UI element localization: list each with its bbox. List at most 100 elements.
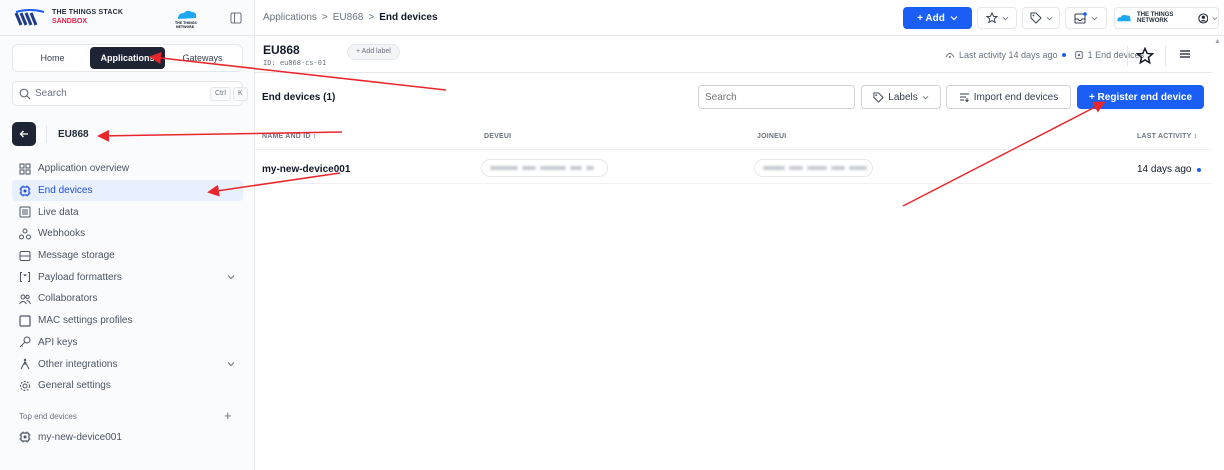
shortcut-k: K: [233, 87, 248, 101]
star-icon: [985, 12, 998, 24]
tab-gateways[interactable]: Gateways: [165, 47, 240, 69]
breadcrumb-separator: >: [368, 12, 375, 23]
top-device-label: my-new-device001: [38, 431, 122, 443]
sidebar-item-end-devices[interactable]: End devices: [12, 179, 243, 202]
sidebar-nav: Application overview End devices Live da…: [12, 158, 243, 397]
breadcrumb-separator: >: [321, 12, 328, 23]
breadcrumb-applications[interactable]: Applications: [263, 12, 317, 23]
app-name: EU868: [58, 128, 89, 140]
inbox-icon: [1074, 12, 1087, 24]
annotation-arrow-register: [902, 101, 1106, 207]
redacted-block: [570, 166, 582, 170]
import-button-label: Import end devices: [973, 91, 1059, 103]
sidebar-item-general-settings[interactable]: General settings: [12, 375, 243, 397]
register-end-device-button[interactable]: + Register end device: [1077, 85, 1204, 109]
chevron-down-icon[interactable]: [227, 360, 235, 368]
top-tabs: Home Applications Gateways: [12, 44, 243, 72]
device-name-cell[interactable]: my-new-device001: [262, 164, 350, 175]
status-dot: [1061, 53, 1066, 57]
back-button[interactable]: [12, 122, 36, 146]
profile-menu-button[interactable]: THE THINGS NETWORK: [1114, 7, 1219, 29]
sidebar-item-other-integrations[interactable]: Other integrations: [12, 353, 243, 375]
storage-icon: [19, 250, 31, 261]
sidebar-collapse-icon[interactable]: [230, 12, 242, 24]
search-icon: [19, 88, 31, 100]
sidebar-item-label: Webhooks: [38, 228, 86, 240]
column-header-last-activity[interactable]: LAST ACTIVITY ↕: [1137, 133, 1197, 140]
scrollbar-up-arrow[interactable]: ▲: [1214, 38, 1222, 48]
app-context-row: EU868: [12, 122, 89, 146]
sidebar-item-label: Message storage: [38, 250, 115, 262]
tab-home[interactable]: Home: [15, 47, 90, 69]
import-list-icon: [959, 93, 969, 102]
tab-applications[interactable]: Applications: [90, 47, 165, 69]
sidebar: THE THINGS STACK SANDBOX THE THINGS NETW…: [0, 0, 255, 470]
breadcrumb-current: End devices: [379, 12, 438, 23]
sidebar-item-label: Collaborators: [38, 293, 98, 305]
register-button-label: + Register end device: [1088, 91, 1193, 103]
chevron-down-icon: [1002, 16, 1008, 20]
redacted-block: [490, 166, 518, 170]
status-dot: [1196, 167, 1201, 172]
tts-logo-icon[interactable]: [14, 9, 46, 29]
add-button[interactable]: + Add: [903, 7, 972, 29]
chevron-down-icon: [1212, 16, 1218, 20]
sidebar-item-payload-formatters[interactable]: Payload formatters: [12, 266, 243, 288]
ttn-logo-text: THE THINGS NETWORK: [1137, 12, 1174, 24]
sidebar-item-mac-settings-profiles[interactable]: MAC settings profiles: [12, 310, 243, 332]
redacted-block: [522, 166, 536, 170]
integration-icon: [20, 358, 30, 370]
sidebar-item-api-keys[interactable]: API keys: [12, 332, 243, 354]
sidebar-item-label: Other integrations: [38, 358, 118, 370]
redacted-block: [849, 166, 867, 170]
sidebar-item-application-overview[interactable]: Application overview: [12, 158, 243, 180]
breadcrumb-app[interactable]: EU868: [333, 12, 364, 23]
shortcut-ctrl: Ctrl: [210, 87, 231, 101]
sidebar-item-webhooks[interactable]: Webhooks: [12, 223, 243, 245]
sidebar-item-label: End devices: [38, 185, 93, 197]
top-device-item[interactable]: my-new-device001: [19, 431, 122, 443]
search-placeholder: Search: [35, 88, 67, 99]
sidebar-item-label: Application overview: [38, 163, 130, 175]
sidebar-item-collaborators[interactable]: Collaborators: [12, 288, 243, 310]
redacted-block: [586, 166, 594, 170]
redacted-block: [763, 166, 785, 170]
sidebar-search-input[interactable]: Search Ctrl K: [12, 81, 248, 106]
webhook-icon: [19, 228, 31, 240]
deveui-cell[interactable]: [481, 159, 608, 177]
divider: [1127, 46, 1128, 66]
users-icon: [19, 294, 31, 305]
svg-text:NETWORK: NETWORK: [176, 25, 195, 29]
brand-line1: THE THINGS STACK: [52, 9, 124, 16]
star-icon[interactable]: [1136, 47, 1154, 65]
import-end-devices-button[interactable]: Import end devices: [946, 85, 1071, 109]
chevron-down-icon[interactable]: [227, 273, 235, 281]
brand-bar: THE THINGS STACK SANDBOX THE THINGS NETW…: [0, 0, 255, 36]
chevron-down-icon: [950, 16, 958, 21]
device-search-input[interactable]: [698, 85, 855, 109]
joineui-cell[interactable]: [754, 159, 873, 177]
last-activity-cell: 14 days ago: [1137, 164, 1201, 175]
column-header-name[interactable]: NAME AND ID ↕: [262, 133, 316, 140]
end-devices-title: End devices (1): [262, 92, 336, 103]
labels-filter-button[interactable]: Labels: [861, 85, 941, 109]
chevron-down-icon: [922, 95, 929, 99]
column-header-joineui: JOINEUI: [757, 133, 787, 140]
notifications-button[interactable]: [1065, 7, 1107, 29]
redacted-block: [540, 166, 566, 170]
tag-icon: [1030, 12, 1042, 24]
arrow-left-icon: [19, 130, 28, 138]
sidebar-item-label: API keys: [38, 336, 78, 348]
labels-menu-button[interactable]: [1022, 7, 1060, 29]
add-button-label: + Add: [917, 12, 945, 24]
sidebar-item-message-storage[interactable]: Message storage: [12, 245, 243, 267]
add-label-button[interactable]: + Add label: [347, 44, 400, 60]
top-bar: Applications > EU868 > End devices + Add…: [255, 0, 1224, 36]
ttn-cloud-logo-icon: THE THINGS NETWORK: [175, 10, 197, 29]
sidebar-item-live-data[interactable]: Live data: [12, 201, 243, 223]
bookmarks-button[interactable]: [977, 7, 1017, 29]
menu-icon[interactable]: [1179, 48, 1191, 60]
redacted-block: [807, 166, 827, 170]
add-top-device-button[interactable]: +: [224, 408, 232, 423]
sidebar-item-label: MAC settings profiles: [38, 315, 133, 327]
